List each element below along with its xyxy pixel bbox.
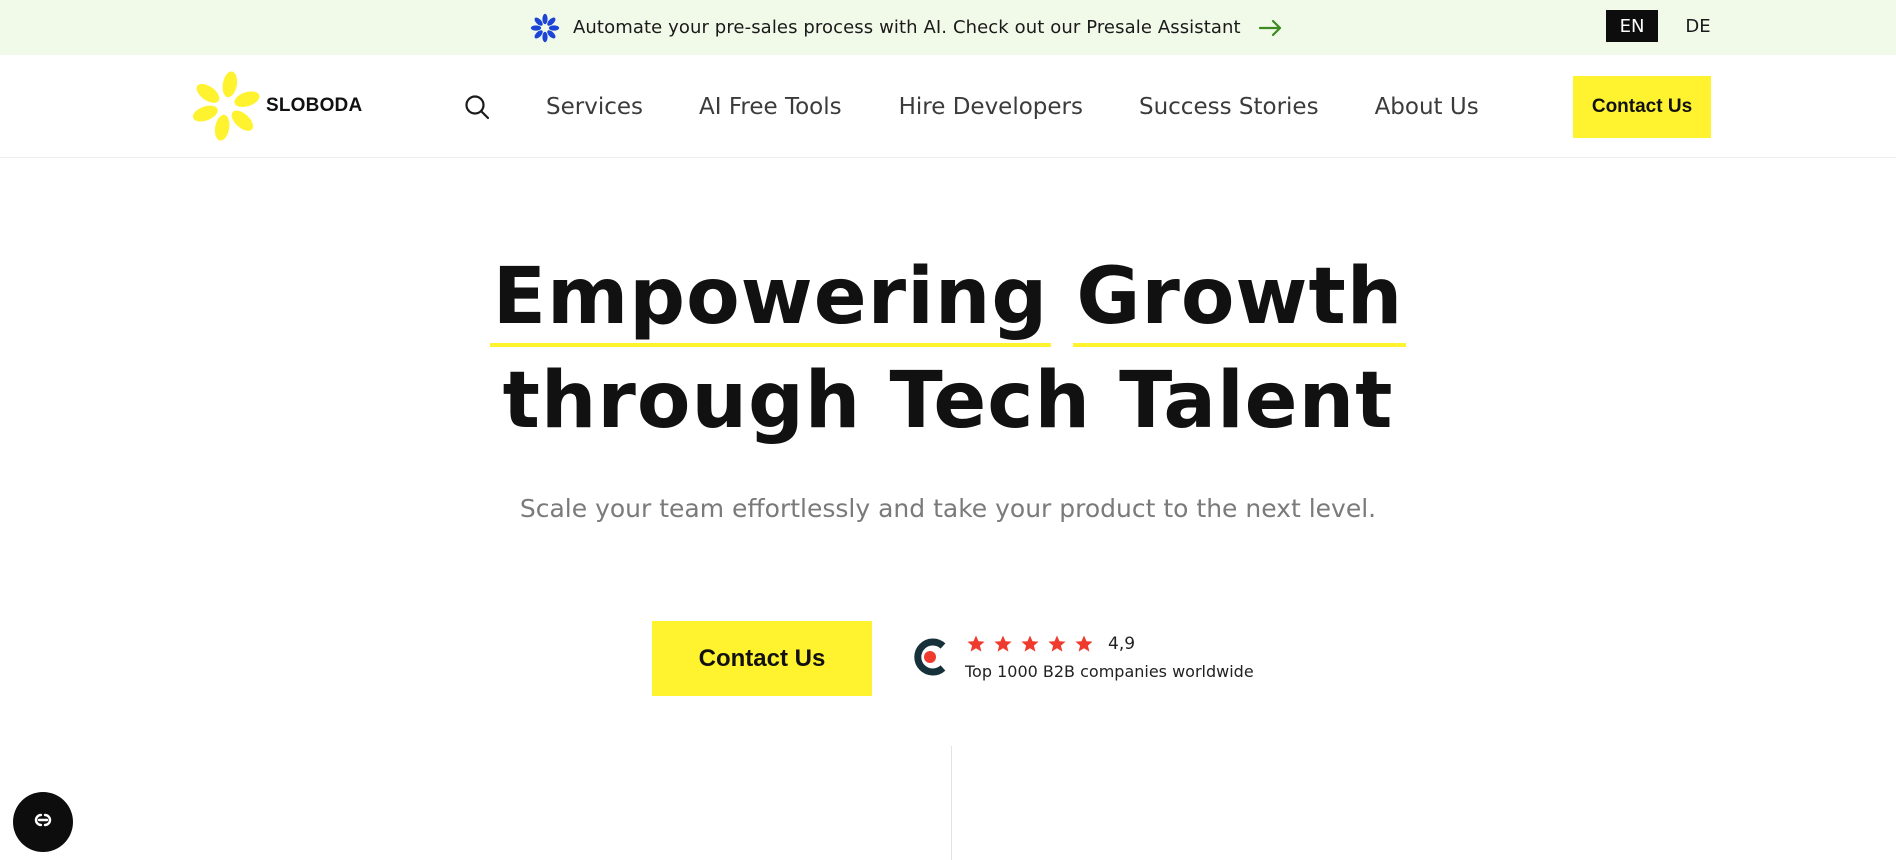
announcement-content[interactable]: Automate your pre-sales process with AI.…	[528, 0, 1285, 55]
sunflower-logo-icon	[190, 69, 262, 143]
logo-text: SLOBODA	[266, 95, 363, 116]
sparkle-flower-icon	[528, 11, 562, 45]
star-icon	[992, 633, 1014, 655]
nav-item-hire-developers[interactable]: Hire Developers	[899, 94, 1083, 120]
nav-item-success-stories[interactable]: Success Stories	[1139, 94, 1319, 120]
hero-title-line-1: Empowering Growth	[0, 245, 1896, 349]
announcement-bar: Automate your pre-sales process with AI.…	[0, 0, 1896, 55]
language-de-button[interactable]: DE	[1671, 10, 1725, 42]
rating-score: 4,9	[1108, 634, 1136, 654]
star-icon	[965, 633, 987, 655]
rating-top: 4,9	[965, 632, 1254, 656]
search-icon[interactable]	[463, 93, 491, 121]
star-half-icon	[1073, 633, 1095, 655]
hero-title-highlight-word-2: Growth	[1073, 245, 1407, 349]
clutch-logo-icon	[909, 635, 951, 679]
hero-title: Empowering Growth through Tech Talent	[0, 245, 1896, 453]
hero-title-highlight-word-1: Empowering	[489, 245, 1051, 349]
logo[interactable]: SLOBODA	[190, 69, 362, 143]
main-nav: Services AI Free Tools Hire Developers S…	[546, 85, 1479, 129]
rating-caption: Top 1000 B2B companies worldwide	[965, 662, 1254, 681]
language-en-button[interactable]: EN	[1606, 10, 1658, 42]
arrow-right-icon[interactable]	[1258, 18, 1285, 38]
hero-contact-button[interactable]: Contact Us	[652, 621, 872, 696]
hero-subtitle: Scale your team effortlessly and take yo…	[519, 494, 1377, 523]
star-icon	[1019, 633, 1041, 655]
clutch-rating[interactable]: 4,9 Top 1000 B2B companies worldwide	[909, 632, 1254, 681]
site-header: SLOBODA Services AI Free Tools Hire Deve…	[0, 55, 1896, 158]
accessibility-icon	[27, 810, 59, 834]
rating-body: 4,9 Top 1000 B2B companies worldwide	[965, 632, 1254, 681]
hero-title-line-2: through Tech Talent	[502, 356, 1394, 446]
star-icon	[1046, 633, 1068, 655]
nav-item-services[interactable]: Services	[546, 94, 643, 120]
rating-stars	[965, 633, 1100, 655]
header-contact-button[interactable]: Contact Us	[1573, 76, 1711, 138]
nav-item-ai-free-tools[interactable]: AI Free Tools	[699, 94, 842, 120]
announcement-text[interactable]: Automate your pre-sales process with AI.…	[573, 17, 1241, 38]
accessibility-button[interactable]	[13, 792, 73, 852]
nav-item-about-us[interactable]: About Us	[1375, 94, 1479, 120]
vertical-divider	[951, 746, 952, 860]
